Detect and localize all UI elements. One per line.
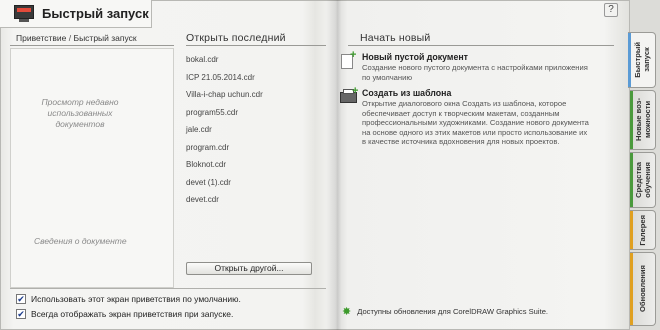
breadcrumb-current: Быстрый запуск — [73, 33, 137, 43]
new-document-title[interactable]: Новый пустой документ — [362, 52, 468, 62]
use-default-checkbox[interactable]: ✔ — [16, 294, 26, 304]
breadcrumb-rule — [10, 45, 174, 46]
recent-file-item[interactable]: devet.cdr — [186, 191, 326, 209]
tab-updates[interactable]: Обновления — [630, 252, 656, 326]
start-new-heading: Начать новый — [360, 32, 431, 44]
recent-files-list: bokal.cdr ICP 21.05.2014.cdr Villa-i-cha… — [186, 51, 326, 209]
breadcrumb-welcome[interactable]: Приветствие — [16, 33, 66, 43]
recent-file-item[interactable]: program.cdr — [186, 139, 326, 157]
update-star-icon: ✸ — [342, 306, 352, 318]
open-other-button[interactable]: Открыть другой... — [186, 262, 312, 275]
new-document-icon: + — [340, 50, 358, 70]
recent-file-item[interactable]: devet (1).cdr — [186, 174, 326, 192]
quick-start-icon — [14, 4, 36, 24]
use-default-option[interactable]: ✔ Использовать этот экран приветствия по… — [16, 294, 241, 304]
updates-notice[interactable]: ✸ Доступны обновления для CorelDRAW Grap… — [342, 305, 548, 318]
help-button[interactable]: ? — [604, 3, 618, 17]
tab-learning-tools[interactable]: Средства обучения — [630, 152, 656, 208]
page-title: Быстрый запуск — [42, 6, 149, 21]
breadcrumb: Приветствие / Быстрый запуск — [16, 33, 137, 43]
always-show-option[interactable]: ✔ Всегда отображать экран приветствия пр… — [16, 309, 233, 319]
open-recent-rule — [186, 45, 326, 46]
recent-file-item[interactable]: program55.cdr — [186, 104, 326, 122]
new-blank-document-action[interactable]: + Новый пустой документ Создание нового … — [340, 50, 590, 82]
always-show-checkbox[interactable]: ✔ — [16, 309, 26, 319]
options-divider — [10, 288, 326, 289]
tab-whats-new[interactable]: Новые воз- можности — [630, 90, 656, 150]
recent-file-item[interactable]: ICP 21.05.2014.cdr — [186, 69, 326, 87]
recent-file-item[interactable]: Villa-i-chap uchun.cdr — [186, 86, 326, 104]
preview-panel — [10, 48, 174, 288]
window-header: Быстрый запуск — [0, 0, 152, 28]
document-info-label: Сведения о документе — [34, 236, 127, 246]
from-template-action[interactable]: + Создать из шаблона Открытие диалоговог… — [340, 85, 590, 168]
recent-file-item[interactable]: Bloknot.cdr — [186, 156, 326, 174]
tab-quick-start[interactable]: Быстрый запуск — [628, 32, 656, 88]
tab-label: Галерея — [638, 214, 647, 246]
new-document-desc: Создание нового пустого документа с наст… — [362, 63, 588, 82]
use-default-label: Использовать этот экран приветствия по у… — [31, 294, 241, 304]
from-template-desc: Открытие диалогового окна Создать из шаб… — [362, 99, 589, 147]
preview-placeholder: Просмотр недавно использованных документ… — [41, 97, 119, 129]
start-new-rule — [348, 45, 614, 46]
recent-file-item[interactable]: bokal.cdr — [186, 51, 326, 69]
tab-label: Новые воз- можности — [633, 98, 652, 142]
tab-label: Средства обучения — [633, 162, 652, 198]
tab-label: Обновления — [638, 265, 647, 313]
recent-file-item[interactable]: jale.cdr — [186, 121, 326, 139]
from-template-title[interactable]: Создать из шаблона — [362, 88, 451, 98]
always-show-label: Всегда отображать экран приветствия при … — [31, 309, 234, 319]
open-recent-heading: Открыть последний — [186, 32, 286, 44]
updates-text[interactable]: Доступны обновления для CorelDRAW Graphi… — [357, 307, 548, 316]
tab-label: Быстрый запуск — [632, 42, 651, 78]
template-icon: + — [340, 85, 358, 106]
tab-gallery[interactable]: Галерея — [630, 210, 656, 250]
